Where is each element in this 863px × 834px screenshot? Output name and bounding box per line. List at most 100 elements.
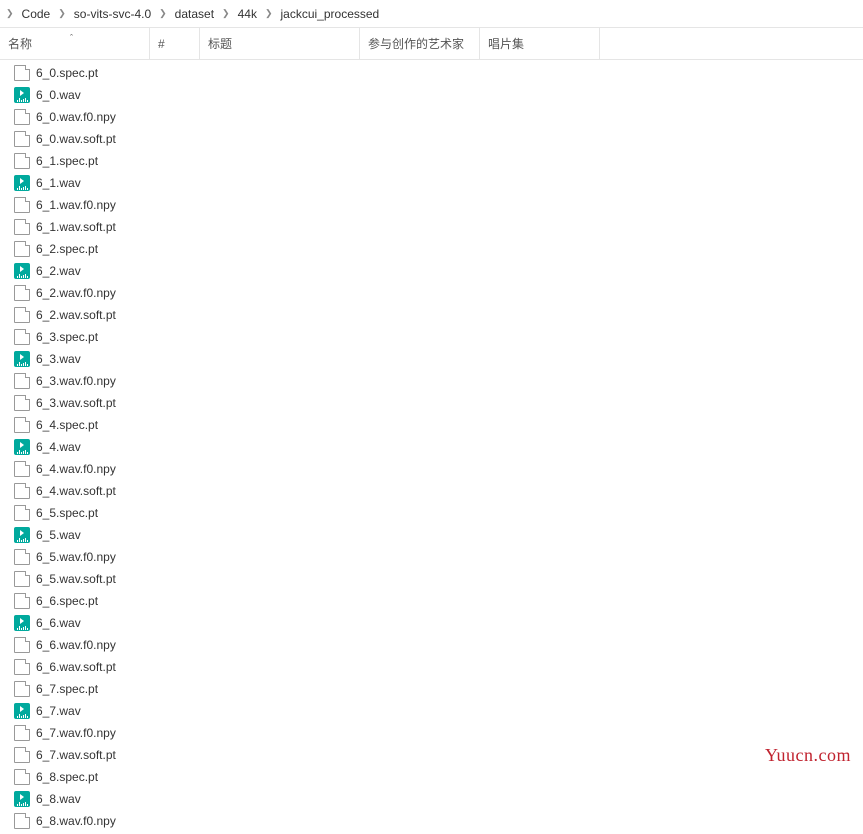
file-row[interactable]: 6_7.wav.f0.npy <box>0 722 863 744</box>
breadcrumb-item[interactable]: so-vits-svc-4.0 <box>68 7 157 21</box>
file-row[interactable]: 6_2.wav <box>0 260 863 282</box>
file-icon <box>14 593 30 609</box>
file-name: 6_1.spec.pt <box>36 154 98 168</box>
file-icon <box>14 725 30 741</box>
file-icon <box>14 505 30 521</box>
file-row[interactable]: 6_7.wav <box>0 700 863 722</box>
file-row[interactable]: 6_6.spec.pt <box>0 590 863 612</box>
file-name: 6_6.wav.f0.npy <box>36 638 116 652</box>
file-name: 6_7.wav.soft.pt <box>36 748 116 762</box>
audio-file-icon <box>14 791 30 807</box>
chevron-right-icon: ❯ <box>157 8 169 19</box>
file-row[interactable]: 6_6.wav.f0.npy <box>0 634 863 656</box>
file-row[interactable]: 6_0.wav <box>0 84 863 106</box>
breadcrumb-item[interactable]: jackcui_processed <box>275 7 386 21</box>
column-header-album[interactable]: 唱片集 <box>480 28 600 59</box>
file-name: 6_5.spec.pt <box>36 506 98 520</box>
file-row[interactable]: 6_4.wav.f0.npy <box>0 458 863 480</box>
file-name: 6_6.wav.soft.pt <box>36 660 116 674</box>
file-name: 6_3.wav.soft.pt <box>36 396 116 410</box>
audio-file-icon <box>14 527 30 543</box>
file-icon <box>14 769 30 785</box>
file-name: 6_1.wav.soft.pt <box>36 220 116 234</box>
file-name: 6_4.spec.pt <box>36 418 98 432</box>
file-row[interactable]: 6_4.wav <box>0 436 863 458</box>
file-row[interactable]: 6_0.wav.soft.pt <box>0 128 863 150</box>
file-row[interactable]: 6_0.spec.pt <box>0 62 863 84</box>
file-row[interactable]: 6_5.wav <box>0 524 863 546</box>
file-icon <box>14 395 30 411</box>
file-name: 6_8.wav.f0.npy <box>36 814 116 828</box>
file-icon <box>14 109 30 125</box>
column-header-hash[interactable]: # <box>150 28 200 59</box>
file-row[interactable]: 6_1.wav.soft.pt <box>0 216 863 238</box>
file-row[interactable]: 6_2.spec.pt <box>0 238 863 260</box>
file-row[interactable]: 6_7.spec.pt <box>0 678 863 700</box>
file-name: 6_7.wav <box>36 704 81 718</box>
file-name: 6_6.wav <box>36 616 81 630</box>
file-name: 6_4.wav <box>36 440 81 454</box>
audio-file-icon <box>14 615 30 631</box>
columns-header: 名称 ˆ # 标题 参与创作的艺术家 唱片集 <box>0 28 863 60</box>
file-name: 6_8.wav <box>36 792 81 806</box>
file-name: 6_6.spec.pt <box>36 594 98 608</box>
file-row[interactable]: 6_6.wav.soft.pt <box>0 656 863 678</box>
file-row[interactable]: 6_3.wav.f0.npy <box>0 370 863 392</box>
file-name: 6_1.wav <box>36 176 81 190</box>
audio-file-icon <box>14 175 30 191</box>
file-icon <box>14 813 30 829</box>
file-row[interactable]: 6_5.wav.soft.pt <box>0 568 863 590</box>
file-icon <box>14 197 30 213</box>
file-list: 6_0.spec.pt6_0.wav6_0.wav.f0.npy 6_0.wav.… <box>0 60 863 834</box>
file-row[interactable]: 6_3.wav <box>0 348 863 370</box>
file-name: 6_2.spec.pt <box>36 242 98 256</box>
chevron-right-icon: ❯ <box>4 8 16 19</box>
file-name: 6_5.wav.soft.pt <box>36 572 116 586</box>
column-header-title[interactable]: 标题 <box>200 28 360 59</box>
file-row[interactable]: 6_2.wav.soft.pt <box>0 304 863 326</box>
audio-file-icon <box>14 87 30 103</box>
file-icon <box>14 549 30 565</box>
file-row[interactable]: 6_5.spec.pt <box>0 502 863 524</box>
file-row[interactable]: 6_1.wav.f0.npy <box>0 194 863 216</box>
file-name: 6_4.wav.soft.pt <box>36 484 116 498</box>
file-icon <box>14 417 30 433</box>
file-name: 6_4.wav.f0.npy <box>36 462 116 476</box>
audio-file-icon <box>14 439 30 455</box>
file-row[interactable]: 6_2.wav.f0.npy <box>0 282 863 304</box>
file-icon <box>14 241 30 257</box>
file-icon <box>14 637 30 653</box>
file-icon <box>14 153 30 169</box>
file-row[interactable]: 6_1.spec.pt <box>0 150 863 172</box>
file-row[interactable]: 6_4.spec.pt <box>0 414 863 436</box>
file-name: 6_5.wav.f0.npy <box>36 550 116 564</box>
file-icon <box>14 461 30 477</box>
breadcrumb-item[interactable]: dataset <box>169 7 220 21</box>
file-row[interactable]: 6_1.wav <box>0 172 863 194</box>
sort-asc-icon: ˆ <box>70 33 73 43</box>
chevron-right-icon: ❯ <box>263 8 275 19</box>
file-row[interactable]: 6_8.wav <box>0 788 863 810</box>
file-icon <box>14 131 30 147</box>
breadcrumb-item[interactable]: 44k <box>232 7 263 21</box>
file-name: 6_2.wav.f0.npy <box>36 286 116 300</box>
audio-file-icon <box>14 263 30 279</box>
file-row[interactable]: 6_3.wav.soft.pt <box>0 392 863 414</box>
file-row[interactable]: 6_8.spec.pt <box>0 766 863 788</box>
file-row[interactable]: 6_0.wav.f0.npy <box>0 106 863 128</box>
file-row[interactable]: 6_6.wav <box>0 612 863 634</box>
file-row[interactable]: 6_5.wav.f0.npy <box>0 546 863 568</box>
column-label: 标题 <box>208 35 232 52</box>
column-header-artist[interactable]: 参与创作的艺术家 <box>360 28 480 59</box>
file-row[interactable]: 6_3.spec.pt <box>0 326 863 348</box>
file-icon <box>14 219 30 235</box>
file-icon <box>14 659 30 675</box>
file-row[interactable]: 6_7.wav.soft.pt <box>0 744 863 766</box>
file-row[interactable]: 6_8.wav.f0.npy <box>0 810 863 832</box>
file-icon <box>14 285 30 301</box>
file-row[interactable]: 6_4.wav.soft.pt <box>0 480 863 502</box>
breadcrumb-item[interactable]: Code <box>16 7 57 21</box>
file-name: 6_1.wav.f0.npy <box>36 198 116 212</box>
column-header-name[interactable]: 名称 ˆ <box>0 28 150 59</box>
file-name: 6_0.wav.soft.pt <box>36 132 116 146</box>
